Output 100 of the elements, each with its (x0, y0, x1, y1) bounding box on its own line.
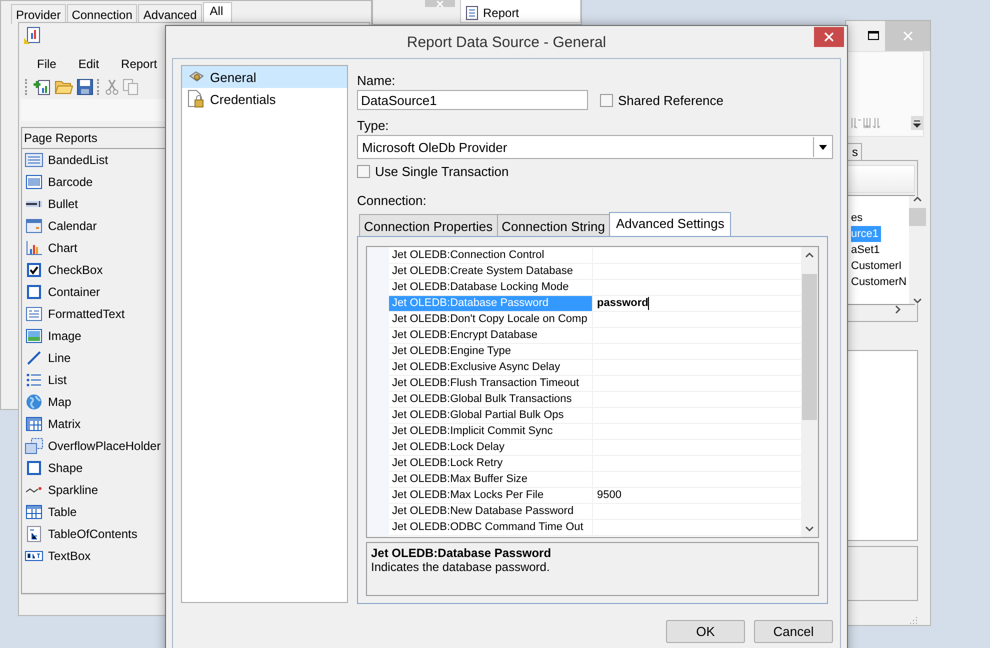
menu-item[interactable]: Report (109, 57, 168, 75)
toolbox-item[interactable]: OverflowPlaceHolder (22, 435, 165, 457)
globe-icon (26, 394, 42, 410)
nav-item[interactable]: Credentials (182, 88, 347, 110)
menu-item[interactable]: File (25, 57, 66, 75)
property-value[interactable]: password (593, 296, 650, 311)
property-name[interactable]: Jet OLEDB:Global Bulk Transactions (389, 392, 593, 407)
property-name[interactable]: Jet OLEDB:Flush Transaction Timeout (389, 376, 593, 391)
resize-grip-icon[interactable] (908, 615, 918, 625)
toolbox-item[interactable]: Map (22, 391, 165, 413)
dropdown-icon[interactable] (911, 116, 923, 130)
line-icon (27, 351, 41, 365)
property-name[interactable]: Jet OLEDB:Connection Control (389, 248, 593, 263)
toolbox-item[interactable]: Image (22, 325, 165, 347)
property-name[interactable]: Jet OLEDB:Global Partial Bulk Ops (389, 408, 593, 423)
scrollbar[interactable] (908, 196, 926, 304)
toolbox-item[interactable]: Table (22, 501, 165, 523)
single-transaction-checkbox[interactable]: Use Single Transaction (357, 164, 509, 179)
align-icon[interactable] (851, 116, 881, 130)
toolbox-item[interactable]: Barcode (22, 171, 165, 193)
toolbox-item[interactable]: Line (22, 347, 165, 369)
toolbox-item[interactable]: Container (22, 281, 165, 303)
image-icon (26, 329, 42, 343)
bar-chart-icon (26, 241, 42, 255)
toolbox-item[interactable]: Calendar (22, 215, 165, 237)
property-name[interactable]: Jet OLEDB:Exclusive Async Delay (389, 360, 593, 375)
dialog-button[interactable]: OK (666, 620, 745, 643)
toolbox-item[interactable]: FormattedText (22, 303, 165, 325)
property-name[interactable]: Jet OLEDB:Lock Delay (389, 440, 593, 455)
scroll-thumb[interactable] (802, 274, 817, 420)
maximize-icon[interactable] (868, 31, 879, 40)
tab[interactable]: Advanced (138, 4, 202, 24)
tab[interactable]: Advanced Settings (608, 212, 732, 237)
property-name[interactable]: Jet OLEDB:Create System Database (389, 264, 593, 279)
tree-item[interactable]: CustomerN (851, 274, 909, 290)
toolbox-item[interactable]: TableOfContents (22, 523, 165, 545)
shared-reference-checkbox[interactable]: Shared Reference (600, 92, 724, 108)
tree-item[interactable]: es (851, 210, 865, 226)
property-name[interactable]: Jet OLEDB:Max Buffer Size (389, 472, 593, 487)
close-icon (902, 30, 912, 41)
type-dropdown[interactable]: Microsoft OleDb Provider (357, 135, 833, 159)
bullet-graph-icon (26, 201, 42, 207)
toolbox-item[interactable]: TextBox (22, 545, 165, 567)
nav-item[interactable]: General (182, 66, 347, 88)
toolbox-item[interactable]: CheckBox (22, 259, 165, 281)
property-name[interactable]: Jet OLEDB:Database Locking Mode (389, 280, 593, 295)
document-lock-icon (188, 90, 204, 108)
close-icon (824, 32, 834, 42)
section-label: Connection: (357, 193, 428, 208)
tab[interactable]: Provider (11, 4, 66, 24)
barcode-icon (26, 175, 42, 189)
square-icon (27, 285, 41, 299)
toolbox-item[interactable]: Bullet (22, 193, 165, 215)
property-name[interactable]: Jet OLEDB:Engine Type (389, 344, 593, 359)
report-icon (465, 6, 479, 20)
name-field[interactable]: DataSource1 (357, 90, 588, 110)
overflow-placeholder-icon (25, 438, 43, 454)
toolbox-item[interactable]: List (22, 369, 165, 391)
description-text: Indicates the database password. (371, 560, 551, 574)
text-box-icon (25, 551, 43, 561)
toolbox-item[interactable]: BandedList (22, 149, 165, 171)
copy-icon[interactable] (123, 79, 139, 95)
menu-item[interactable]: Edit (66, 57, 110, 75)
panel-header (847, 165, 915, 194)
scissors-icon[interactable] (105, 79, 119, 95)
close-icon (436, 1, 444, 7)
toolbox-item[interactable]: Chart (22, 237, 165, 259)
dialog-title: Report Data Source - General (406, 34, 606, 50)
checkbox-icon (27, 263, 41, 277)
scroll-thumb[interactable] (908, 208, 926, 226)
tab[interactable]: Connection Properties (359, 214, 498, 237)
tab[interactable]: Connection (66, 4, 138, 24)
property-name[interactable]: Jet OLEDB:Implicit Commit Sync (389, 424, 593, 439)
tree-item[interactable]: CustomerI (851, 258, 904, 274)
tree-item[interactable]: aSet1 (851, 242, 882, 258)
scrollbar[interactable] (801, 247, 818, 537)
toolbox-item[interactable]: Matrix (22, 413, 165, 435)
list-icon (26, 373, 42, 387)
close-button[interactable] (814, 27, 844, 47)
banded-list-icon (25, 153, 43, 167)
tab[interactable]: All (202, 2, 232, 24)
grid-icon (26, 417, 42, 431)
dialog-button[interactable]: Cancel (754, 620, 833, 643)
property-name[interactable]: Jet OLEDB:ODBC Command Time Out (389, 520, 593, 535)
property-name[interactable]: Jet OLEDB:Don't Copy Locale on Comp (389, 312, 593, 327)
toolbox-item[interactable]: Sparkline (22, 479, 165, 501)
toolbox-item[interactable]: Shape (22, 457, 165, 479)
checkbox[interactable] (600, 94, 613, 106)
square-icon (27, 461, 41, 475)
property-value[interactable]: 9500 (593, 488, 622, 503)
property-name[interactable]: Jet OLEDB:New Database Password (389, 504, 593, 519)
checkbox[interactable] (357, 165, 370, 178)
property-name[interactable]: Jet OLEDB:Encrypt Database (389, 328, 593, 343)
tab[interactable]: Connection String (496, 214, 610, 237)
description-title: Jet OLEDB:Database Password (371, 546, 552, 560)
new-report-icon[interactable] (33, 79, 51, 95)
property-name[interactable]: Jet OLEDB:Max Locks Per File (389, 488, 593, 503)
property-name[interactable]: Jet OLEDB:Lock Retry (389, 456, 593, 471)
save-icon[interactable] (77, 79, 93, 95)
formatted-text-icon (26, 307, 42, 321)
